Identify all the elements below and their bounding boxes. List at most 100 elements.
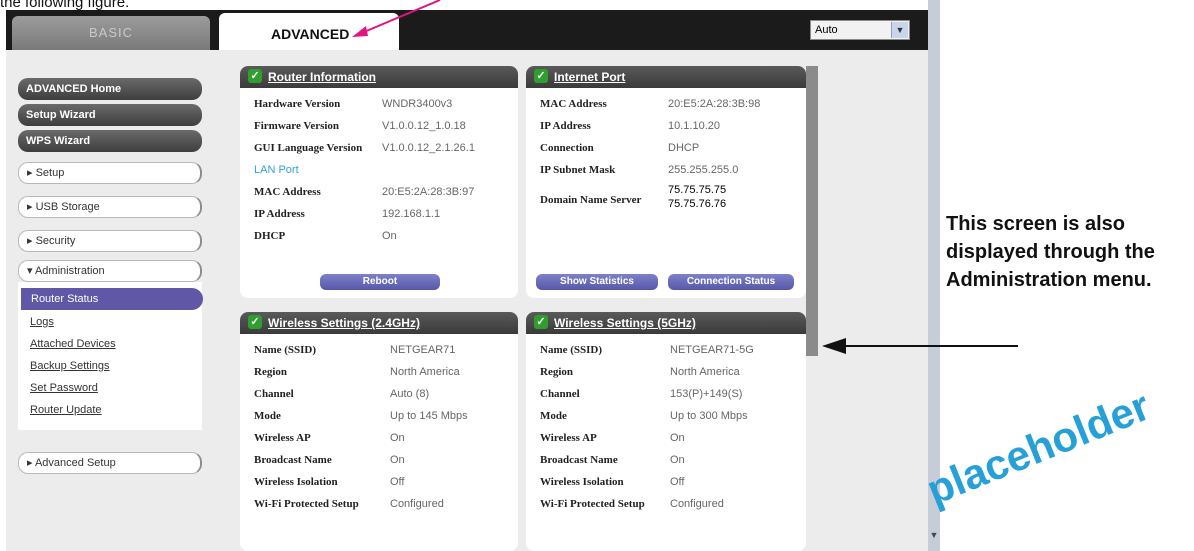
submenu-set-password[interactable]: Set Password	[30, 382, 98, 394]
info-value: On	[670, 454, 685, 466]
info-value: Configured	[390, 498, 444, 510]
info-value: 10.1.10.20	[668, 120, 720, 132]
language-select[interactable]: Auto ▼	[810, 20, 910, 40]
info-label: Name (SSID)	[254, 344, 317, 356]
content-scrollbar[interactable]	[806, 66, 818, 356]
info-label: Wireless Isolation	[254, 476, 338, 488]
info-value: Auto (8)	[390, 388, 430, 400]
info-label: Firmware Version	[254, 120, 340, 132]
show-statistics-button[interactable]: Show Statistics	[536, 274, 658, 290]
info-value: Up to 300 Mbps	[670, 410, 748, 422]
annotation-note: This screen is also displayed through th…	[946, 213, 1155, 291]
info-value: On	[390, 432, 405, 444]
info-value: On	[382, 230, 397, 242]
info-label: IP Address	[254, 208, 305, 220]
submenu-attached-devices[interactable]: Attached Devices	[30, 338, 116, 350]
wireless-5ghz-panel: ✓ Wireless Settings (5GHz) Name (SSID) N…	[526, 312, 806, 551]
sidebar-item-setup-wizard[interactable]: Setup Wizard	[18, 104, 202, 126]
panel-header: ✓ Router Information	[240, 66, 518, 88]
info-label: GUI Language Version	[254, 142, 363, 154]
sidebar-item-administration[interactable]: ▾ Administration	[18, 260, 202, 282]
info-label: Connection	[540, 142, 594, 154]
info-label: Wi-Fi Protected Setup	[254, 498, 359, 510]
info-label: Wireless AP	[540, 432, 597, 444]
panel-title[interactable]: Wireless Settings (2.4GHz)	[268, 316, 420, 330]
sidebar-item-setup[interactable]: ▸ Setup	[18, 162, 202, 184]
submenu-router-update[interactable]: Router Update	[30, 404, 102, 416]
info-label: MAC Address	[254, 186, 321, 198]
check-icon: ✓	[248, 69, 262, 83]
info-value: On	[670, 432, 685, 444]
info-value: 255.255.255.0	[668, 164, 739, 176]
panel-title[interactable]: Wireless Settings (5GHz)	[554, 316, 696, 330]
panel-header: ✓ Wireless Settings (2.4GHz)	[240, 312, 518, 334]
info-label: Broadcast Name	[540, 454, 618, 466]
info-value: North America	[670, 366, 740, 378]
info-value: WNDR3400v3	[382, 98, 453, 110]
info-label: Wireless Isolation	[540, 476, 624, 488]
placeholder-watermark: placeholder	[920, 381, 1157, 514]
dropdown-arrow-icon[interactable]: ▼	[891, 22, 908, 38]
info-label: Region	[540, 366, 573, 378]
sidebar-item-wps-wizard[interactable]: WPS Wizard	[18, 130, 202, 152]
info-label: Channel	[254, 388, 294, 400]
tab-basic[interactable]: BASIC	[12, 16, 210, 50]
sidebar-item-security[interactable]: ▸ Security	[18, 230, 202, 252]
info-label: Channel	[540, 388, 580, 400]
submenu-logs[interactable]: Logs	[30, 316, 54, 328]
submenu-backup-settings[interactable]: Backup Settings	[30, 360, 110, 372]
info-value: 75.75.75.75	[668, 184, 727, 196]
info-value: V1.0.0.12_1.0.18	[382, 120, 466, 132]
scroll-down-arrow-icon[interactable]: ▼	[928, 530, 940, 542]
sidebar: ADVANCED Home Setup Wizard WPS Wizard ▸ …	[6, 50, 236, 551]
check-icon: ✓	[248, 315, 262, 329]
main-content: ✓ Router Information Hardware Version WN…	[236, 50, 934, 551]
tab-advanced[interactable]: ADVANCED	[219, 13, 399, 50]
info-label: DHCP	[254, 230, 286, 242]
info-value: V1.0.0.12_2.1.26.1	[382, 142, 475, 154]
language-select-value: Auto	[815, 24, 838, 36]
wireless-24ghz-panel: ✓ Wireless Settings (2.4GHz) Name (SSID)…	[240, 312, 518, 551]
info-value: 192.168.1.1	[382, 208, 441, 220]
info-label: IP Subnet Mask	[540, 164, 616, 176]
info-label: Mode	[254, 410, 281, 422]
info-label: Name (SSID)	[540, 344, 603, 356]
info-label: Region	[254, 366, 287, 378]
check-icon: ✓	[534, 315, 548, 329]
reboot-button[interactable]: Reboot	[320, 274, 440, 290]
info-label: Domain Name Server	[540, 194, 642, 206]
lan-port-heading: LAN Port	[254, 164, 299, 176]
panel-header: ✓ Wireless Settings (5GHz)	[526, 312, 806, 334]
info-value: On	[390, 454, 405, 466]
info-label: Wireless AP	[254, 432, 311, 444]
info-value: NETGEAR71-5G	[670, 344, 754, 356]
info-value: 75.75.76.76	[668, 198, 727, 210]
router-ui-frame: BASIC ADVANCED Auto ▼ ADVANCED Home Setu…	[6, 10, 934, 551]
info-label: Mode	[540, 410, 567, 422]
info-label: Broadcast Name	[254, 454, 332, 466]
panel-title[interactable]: Internet Port	[554, 70, 625, 84]
sidebar-item-advanced-home[interactable]: ADVANCED Home	[18, 78, 202, 100]
info-value: 153(P)+149(S)	[670, 388, 743, 400]
info-label: IP Address	[540, 120, 591, 132]
router-information-panel: ✓ Router Information Hardware Version WN…	[240, 66, 518, 298]
top-bar: BASIC ADVANCED Auto ▼	[6, 10, 934, 50]
sidebar-item-usb-storage[interactable]: ▸ USB Storage	[18, 196, 202, 218]
info-label: Wi-Fi Protected Setup	[540, 498, 645, 510]
info-value: North America	[390, 366, 460, 378]
check-icon: ✓	[534, 69, 548, 83]
info-value: Up to 145 Mbps	[390, 410, 468, 422]
info-value: NETGEAR71	[390, 344, 456, 356]
info-value: Off	[390, 476, 405, 488]
panel-title[interactable]: Router Information	[268, 70, 376, 84]
info-value: DHCP	[668, 142, 700, 154]
info-value: 20:E5:2A:28:3B:98	[668, 98, 761, 110]
internet-port-panel: ✓ Internet Port MAC Address 20:E5:2A:28:…	[526, 66, 806, 298]
info-value: Configured	[670, 498, 724, 510]
connection-status-button[interactable]: Connection Status	[668, 274, 794, 290]
info-label: MAC Address	[540, 98, 607, 110]
panel-header: ✓ Internet Port	[526, 66, 806, 88]
info-value: Off	[670, 476, 685, 488]
submenu-router-status[interactable]: Router Status	[21, 288, 203, 310]
sidebar-item-advanced-setup[interactable]: ▸ Advanced Setup	[18, 452, 202, 474]
